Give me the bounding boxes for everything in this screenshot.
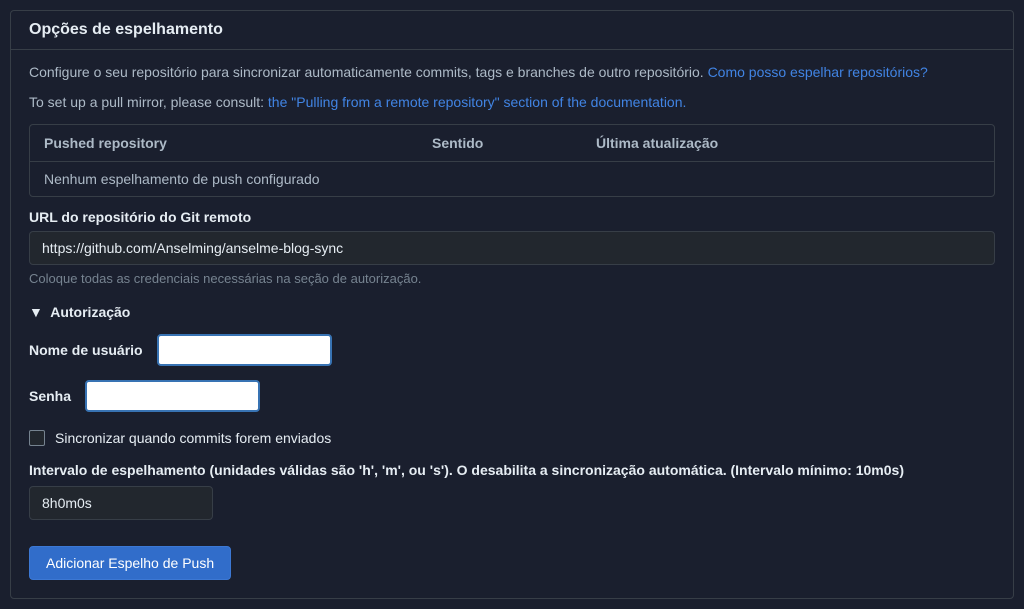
username-label: Nome de usuário <box>29 342 143 358</box>
add-push-mirror-button[interactable]: Adicionar Espelho de Push <box>29 546 231 580</box>
password-label: Senha <box>29 388 71 404</box>
username-row: Nome de usuário <box>29 334 995 366</box>
interval-input[interactable] <box>29 486 213 520</box>
disclosure-triangle-icon: ▼ <box>29 304 43 320</box>
sync-checkbox-label: Sincronizar quando commits forem enviado… <box>55 430 331 446</box>
panel-title: Opções de espelhamento <box>11 11 1013 50</box>
interval-label: Intervalo de espelhamento (unidades váli… <box>29 462 995 478</box>
table-header-row: Pushed repository Sentido Última atualiz… <box>30 125 994 162</box>
setup-text-row: To set up a pull mirror, please consult:… <box>29 94 995 110</box>
setup-link[interactable]: the "Pulling from a remote repository" s… <box>268 94 687 110</box>
auth-summary[interactable]: ▼ Autorização <box>29 304 995 320</box>
table-empty-row: Nenhum espelhamento de push configurado <box>30 162 994 196</box>
url-label: URL do repositório do Git remoto <box>29 209 995 225</box>
intro-text-row: Configure o seu repositório para sincron… <box>29 64 995 80</box>
interval-block: Intervalo de espelhamento (unidades váli… <box>29 462 995 520</box>
intro-link[interactable]: Como posso espelhar repositórios? <box>708 64 928 80</box>
auth-section-title: Autorização <box>50 304 130 320</box>
password-input[interactable] <box>85 380 260 412</box>
setup-text: To set up a pull mirror, please consult: <box>29 94 268 110</box>
panel-body: Configure o seu repositório para sincron… <box>11 50 1013 598</box>
mirroring-panel: Opções de espelhamento Configure o seu r… <box>10 10 1014 599</box>
sync-checkbox-row[interactable]: Sincronizar quando commits forem enviado… <box>29 430 995 446</box>
auth-section: ▼ Autorização Nome de usuário Senha <box>29 304 995 412</box>
col-header-direction: Sentido <box>432 135 596 151</box>
password-row: Senha <box>29 380 995 412</box>
mirror-table: Pushed repository Sentido Última atualiz… <box>29 124 995 197</box>
username-input[interactable] <box>157 334 332 366</box>
url-block: URL do repositório do Git remoto Coloque… <box>29 209 995 286</box>
col-header-updated: Última atualização <box>596 135 980 151</box>
col-header-repo: Pushed repository <box>44 135 432 151</box>
url-help-text: Coloque todas as credenciais necessárias… <box>29 271 995 286</box>
url-input[interactable] <box>29 231 995 265</box>
sync-checkbox[interactable] <box>29 430 45 446</box>
intro-text: Configure o seu repositório para sincron… <box>29 64 708 80</box>
